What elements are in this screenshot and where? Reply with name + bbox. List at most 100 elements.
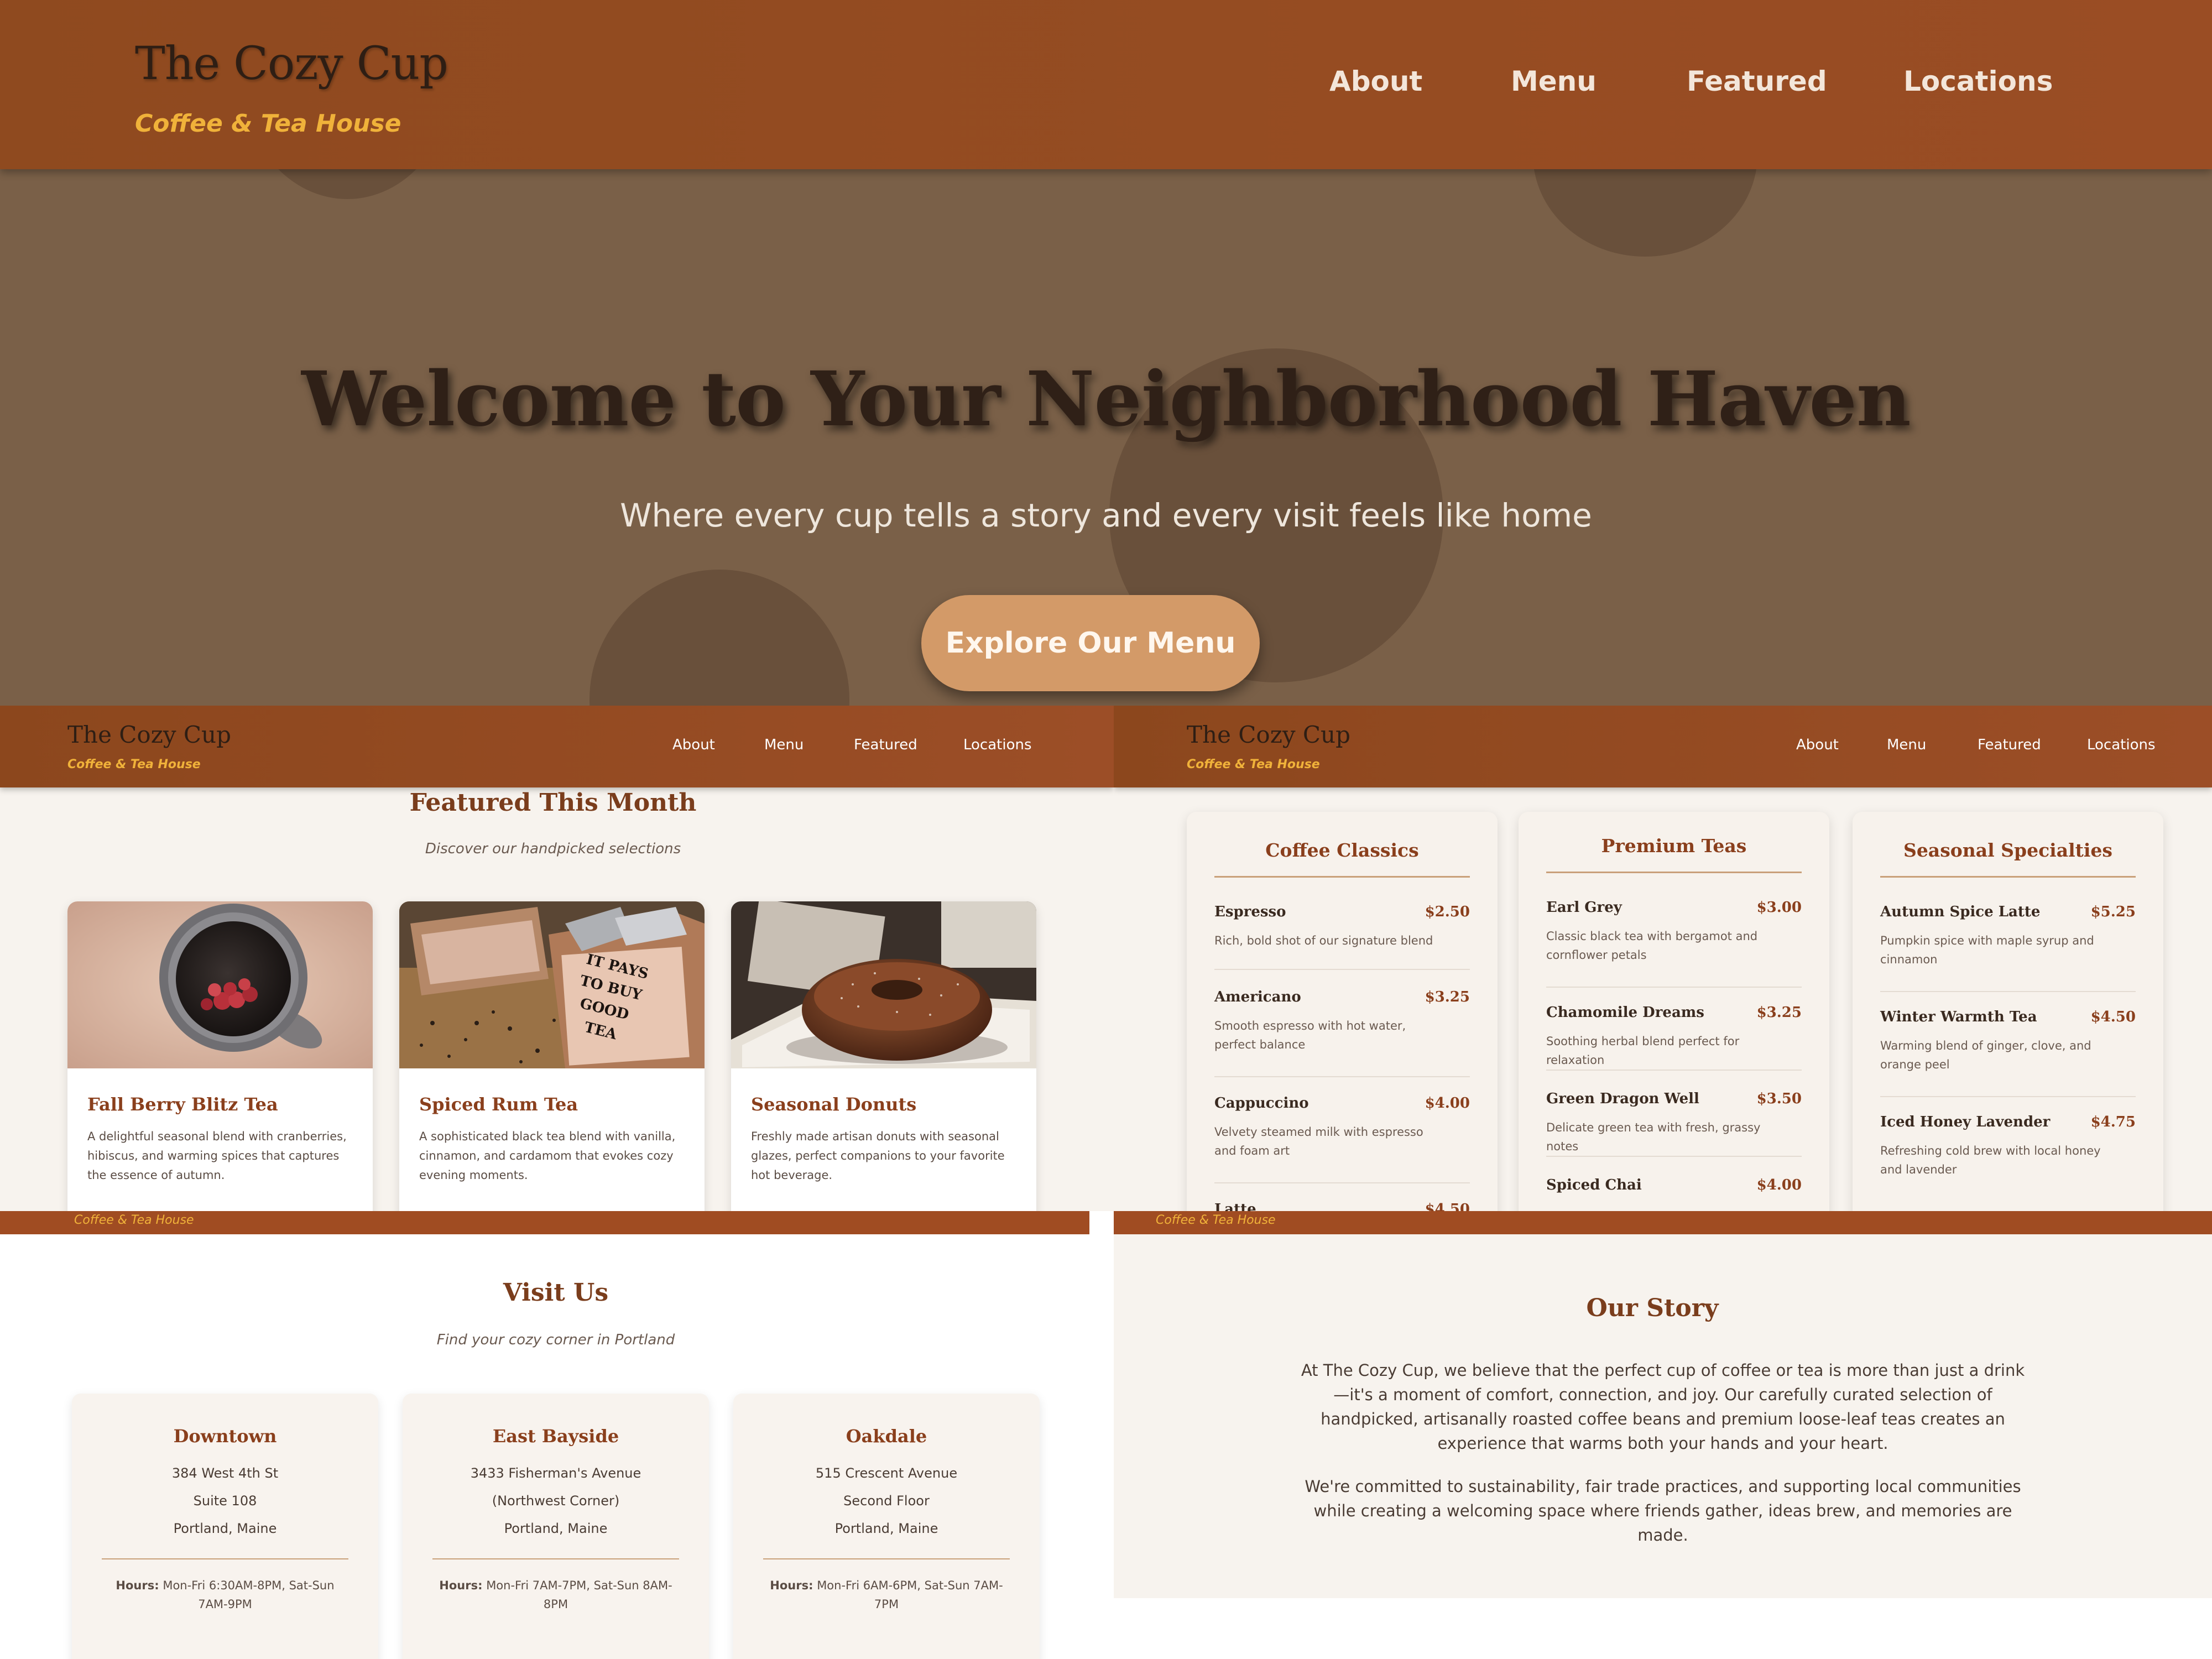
featured-item-name: Seasonal Donuts: [751, 1094, 917, 1115]
menu-item-price: $4.00: [1756, 1177, 1802, 1193]
location-card[interactable]: East Bayside 3433 Fisherman's Avenue (No…: [403, 1394, 709, 1659]
location-address-line: Portland, Maine: [834, 1521, 938, 1536]
loose-leaf-tea-box-photo: IT PAYS TO BUY GOOD TEA: [399, 901, 705, 1068]
menu-item-description: Pumpkin spice with maple syrup and cinna…: [1880, 934, 2094, 966]
nav-locations-link[interactable]: Locations: [963, 737, 1032, 753]
section-subtitle: Find your cozy corner in Portland: [436, 1332, 675, 1348]
mug-of-berry-tea-photo: [67, 901, 373, 1068]
menu-item-name: Latte: [1214, 1201, 1256, 1211]
menu-item-description: Classic black tea with bergamot and corn…: [1546, 930, 1758, 962]
location-card[interactable]: Downtown 384 West 4th St Suite 108 Portl…: [72, 1394, 378, 1659]
menu-item-description: Rich, bold shot of our signature blend: [1214, 934, 1433, 947]
menu-item-name: Iced Honey Lavender: [1880, 1114, 2051, 1130]
nav-featured-link[interactable]: Featured: [854, 737, 917, 753]
hero-subtitle: Where every cup tells a story and every …: [620, 497, 1592, 534]
divider: [1880, 991, 2136, 992]
menu-item-name: Chamomile Dreams: [1546, 1004, 1704, 1021]
story-paragraph: We're committed to sustainability, fair …: [1305, 1477, 2021, 1545]
location-name: Downtown: [173, 1426, 277, 1447]
menu-item-description: Warming blend of ginger, clove, and oran…: [1880, 1039, 2091, 1071]
menu-item-name: Green Dragon Well: [1546, 1091, 1699, 1107]
nav-locations-link[interactable]: Locations: [1903, 65, 2053, 97]
divider: [1214, 1182, 1470, 1183]
hours-label: Hours:: [116, 1579, 159, 1592]
featured-card[interactable]: Seasonal Donuts Freshly made artisan don…: [731, 901, 1036, 1211]
featured-item-description: A sophisticated black tea blend with van…: [419, 1130, 676, 1182]
hours-value: Mon-Fri 6AM-6PM, Sat-Sun 7AM-7PM: [817, 1579, 1003, 1611]
menu-item-name: Winter Warmth Tea: [1880, 1009, 2037, 1025]
menu-item-price: $5.25: [2090, 904, 2136, 920]
menu-item-price: $3.00: [1756, 899, 1802, 916]
featured-item-description: A delightful seasonal blend with cranber…: [87, 1130, 347, 1182]
divider: [1880, 876, 2136, 878]
decorative-circle: [589, 570, 849, 706]
nav-locations-link[interactable]: Locations: [2087, 737, 2156, 753]
menu-item-name: Earl Grey: [1546, 899, 1622, 916]
location-address-line: (Northwest Corner): [492, 1493, 620, 1509]
locations-section: Coffee & Tea House Visit Us Find your co…: [0, 1211, 1089, 1659]
hours-value: Mon-Fri 6:30AM-8PM, Sat-Sun 7AM-9PM: [163, 1579, 335, 1611]
menu-item-price: $4.75: [2090, 1114, 2136, 1130]
menu-item-price: $2.50: [1425, 904, 1470, 920]
menu-item-price: $3.25: [1756, 1004, 1802, 1021]
menu-item-price: $3.25: [1425, 989, 1470, 1005]
brand-name[interactable]: The Cozy Cup: [67, 721, 231, 748]
featured-item-name: Spiced Rum Tea: [419, 1094, 578, 1115]
section-title: Featured This Month: [409, 789, 697, 817]
explore-menu-button[interactable]: Explore Our Menu: [921, 595, 1260, 691]
location-hours: Hours: Mon-Fri 6:30AM-8PM, Sat-Sun 7AM-9…: [102, 1576, 348, 1614]
divider: [1546, 872, 1802, 873]
featured-card[interactable]: Fall Berry Blitz Tea A delightful season…: [67, 901, 373, 1211]
divider: [763, 1558, 1010, 1559]
hours-label: Hours:: [770, 1579, 813, 1592]
nav-about-link[interactable]: About: [672, 737, 715, 753]
menu-item-price: $4.00: [1425, 1095, 1470, 1112]
menu-item-description: Refreshing cold brew with local honey an…: [1880, 1144, 2101, 1176]
nav-menu-link[interactable]: Menu: [1887, 737, 1926, 753]
divider: [102, 1558, 348, 1559]
story-paragraph: At The Cozy Cup, we believe that the per…: [1301, 1361, 2025, 1453]
menu-item-description: Soothing herbal blend perfect for relaxa…: [1546, 1035, 1740, 1067]
brand-name[interactable]: The Cozy Cup: [1187, 721, 1350, 748]
menu-item-name: Americano: [1214, 989, 1301, 1005]
menu-category-title: Seasonal Specialties: [1903, 839, 2112, 861]
location-address-line: 3433 Fisherman's Avenue: [470, 1465, 641, 1481]
brand-name[interactable]: The Cozy Cup: [135, 38, 448, 90]
location-hours: Hours: Mon-Fri 6AM-6PM, Sat-Sun 7AM-7PM: [763, 1576, 1010, 1614]
location-address-line: Suite 108: [193, 1493, 257, 1509]
nav-menu-link[interactable]: Menu: [1511, 65, 1597, 97]
divider: [432, 1558, 679, 1559]
divider: [1214, 969, 1470, 970]
donut-on-plate-photo: [731, 901, 1036, 1068]
menu-item-description: Velvety steamed milk with espresso and f…: [1214, 1125, 1423, 1157]
nav-featured-link[interactable]: Featured: [1978, 737, 2041, 753]
location-name: Oakdale: [846, 1426, 927, 1447]
nav-featured-link[interactable]: Featured: [1687, 65, 1827, 97]
featured-item-name: Fall Berry Blitz Tea: [87, 1094, 278, 1115]
hero-section: The Cozy Cup Coffee & Tea House About Me…: [0, 0, 2212, 706]
menu-item-name: Cappuccino: [1214, 1095, 1309, 1112]
location-address-line: Portland, Maine: [173, 1521, 277, 1536]
divider: [1214, 876, 1470, 878]
nav-about-link[interactable]: About: [1796, 737, 1839, 753]
menu-category-title: Coffee Classics: [1265, 839, 1419, 861]
featured-section: The Cozy Cup Coffee & Tea House About Me…: [0, 706, 1114, 1211]
site-header: The Cozy Cup Coffee & Tea House About Me…: [0, 0, 2212, 169]
section-subtitle: Discover our handpicked selections: [425, 841, 681, 857]
nav-about-link[interactable]: About: [1329, 65, 1422, 97]
location-card[interactable]: Oakdale 515 Crescent Avenue Second Floor…: [733, 1394, 1040, 1659]
divider: [1546, 1070, 1802, 1071]
section-title: Visit Us: [503, 1279, 609, 1307]
nav-menu-link[interactable]: Menu: [764, 737, 804, 753]
location-name: East Bayside: [492, 1426, 619, 1447]
menu-item-description: Smooth espresso with hot water, perfect …: [1214, 1019, 1406, 1051]
menu-item-price: $4.50: [1425, 1201, 1470, 1211]
divider: [1546, 1156, 1802, 1157]
menu-item-description: Delicate green tea with fresh, grassy no…: [1546, 1121, 1761, 1153]
location-address-line: Second Floor: [843, 1493, 930, 1509]
location-address-line: 384 West 4th St: [171, 1465, 279, 1481]
divider: [1214, 1076, 1470, 1077]
featured-card[interactable]: IT PAYS TO BUY GOOD TEA Spiced Rum Tea A…: [399, 901, 705, 1211]
menu-item-price: $4.50: [2090, 1009, 2136, 1025]
menu-item-price: $3.50: [1756, 1091, 1802, 1107]
